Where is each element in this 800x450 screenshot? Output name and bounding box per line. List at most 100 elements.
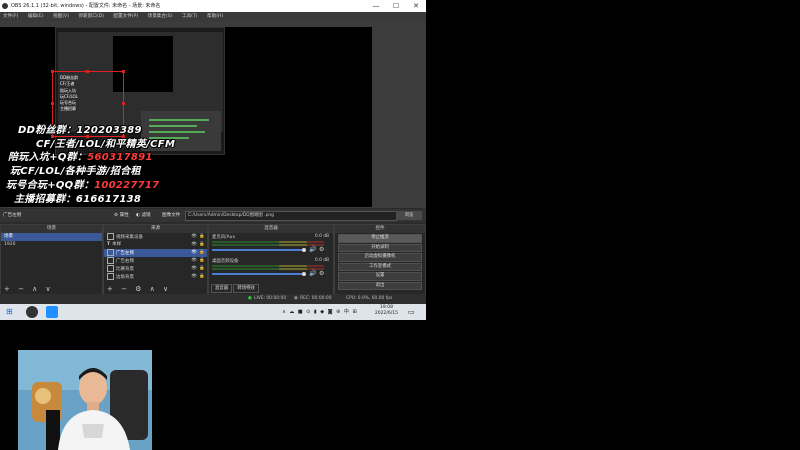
channel-name: 桌面音频设备 (212, 259, 239, 264)
text-icon: T (107, 242, 111, 247)
mixer-channel: 桌面音频设备 0.0 dB 🔊 ⚙ (209, 257, 333, 281)
source-controls[interactable]: + − ⚙ ∧ ∨ (107, 285, 171, 293)
windows-start-icon[interactable]: ⊞ (6, 306, 13, 318)
source-toolbar: 广告左侧 ⚙ 属性 ◐ 滤镜 图像文件 C:/Users/Admin/Deskt… (0, 209, 426, 222)
menu-file[interactable]: 文件(F) (3, 14, 18, 19)
eye-icon[interactable]: 👁 (191, 241, 197, 249)
scenes-header: 场景 (1, 225, 102, 233)
mixer-dock: 混音器 麦克风/Aux 0.0 dB 🔊 ⚙ 桌面音频设备 0.0 dB 🔊 ⚙… (208, 224, 334, 296)
menu-profile[interactable]: 配置文件(P) (113, 14, 138, 19)
settings-button[interactable]: 设置 (338, 272, 422, 281)
eye-icon[interactable]: 👁 (191, 249, 197, 257)
scene-item[interactable]: 场景 (1, 233, 102, 241)
image-icon (107, 249, 114, 256)
mixer-tabs: 混音器 转场特效 (211, 284, 260, 293)
volume-slider-knob[interactable] (302, 272, 306, 276)
filters-button[interactable]: ◐ 滤镜 (136, 209, 151, 222)
source-item[interactable]: T 本样 👁 🔒 (104, 241, 207, 249)
source-item[interactable]: 视频采集设备 👁 🔒 (104, 233, 207, 241)
volume-slider[interactable] (212, 273, 304, 275)
tab-mixer[interactable]: 混音器 (211, 284, 233, 293)
selected-source-label: 广告左侧 (3, 213, 22, 218)
sources-header: 来源 (104, 225, 207, 233)
lock-icon[interactable]: 🔒 (199, 257, 205, 265)
eye-icon[interactable]: 👁 (191, 257, 197, 265)
stop-streaming-button[interactable]: 停止推流 (338, 234, 422, 243)
properties-button[interactable]: ⚙ 属性 (114, 209, 129, 222)
channel-db: 0.0 dB (314, 258, 329, 263)
speaker-icon[interactable]: 🔊 (309, 246, 316, 253)
app-taskbar-icon[interactable] (46, 306, 58, 318)
rec-time: REC: 00:00:00 (300, 296, 332, 301)
menu-view[interactable]: 视图(V) (53, 14, 69, 19)
lock-icon[interactable]: 🔒 (199, 241, 205, 249)
scene-item[interactable]: 1920 (1, 241, 102, 249)
volume-slider[interactable] (212, 249, 304, 251)
preview-canvas[interactable]: DD粉丝群 CF/王者 陪玩入坑 玩CF/LOL 玩号合玩 主播招募 DD粉丝群… (0, 27, 372, 207)
lock-icon[interactable]: 🔒 (199, 265, 205, 273)
source-item[interactable]: 边角背景 👁 🔒 (104, 273, 207, 281)
windows-taskbar: ⊞ ∧ ☁ ■ ⊙ ▮ ◆ ◙ ⊛ 中 ⊞ 19:08 2022/6/15 ▭ (0, 304, 426, 320)
source-item[interactable]: 比赛背景 👁 🔒 (104, 265, 207, 273)
image-icon (107, 273, 114, 280)
gear-icon[interactable]: ⚙ (319, 246, 324, 253)
eye-icon[interactable]: 👁 (191, 265, 197, 273)
lock-icon[interactable]: 🔒 (199, 273, 205, 281)
exit-button[interactable]: 退出 (338, 281, 422, 290)
speaker-icon[interactable]: 🔊 (309, 270, 316, 277)
channel-db: 0.0 dB (314, 234, 329, 239)
volume-slider-knob[interactable] (302, 248, 306, 252)
rec-dot-icon: ● (294, 296, 298, 301)
menu-bar: 文件(F) 编辑(E) 视图(V) 停靠窗口(D) 配置文件(P) 场景集合(S… (0, 12, 426, 22)
clock[interactable]: 19:08 2022/6/15 (375, 305, 398, 317)
lock-icon[interactable]: 🔒 (199, 233, 205, 241)
channel-name: 麦克风/Aux (212, 235, 236, 240)
mixer-channel: 麦克风/Aux 0.0 dB 🔊 ⚙ (209, 233, 333, 257)
obs-logo-icon (2, 3, 8, 9)
tab-transitions[interactable]: 转场特效 (233, 284, 259, 293)
start-virtual-camera-button[interactable]: 启动虚拟摄像机 (338, 253, 422, 262)
studio-mode-button[interactable]: 工作室模式 (338, 262, 422, 271)
overlay-line-5: 玩号合玩+QQ群：100227717 (6, 180, 160, 191)
cpu-fps: CPU: 0.9%, 60.00 fps (346, 296, 393, 301)
lock-icon[interactable]: 🔒 (199, 249, 205, 257)
image-icon (107, 257, 114, 264)
menu-tools[interactable]: 工具(T) (182, 14, 198, 19)
overlay-line-4: 玩CF/LOL/各种手游/招合租 (10, 166, 141, 177)
scenes-dock: 场景 场景 1920 + − ∧ ∨ (0, 224, 103, 296)
eye-icon[interactable]: 👁 (191, 273, 197, 281)
camera-icon (107, 233, 114, 240)
system-tray[interactable]: ∧ ☁ ■ ⊙ ▮ ◆ ◙ ⊛ 中 ⊞ (282, 306, 358, 318)
image-path-field[interactable]: C:/Users/Admin/Desktop/DD图端图 .png (185, 211, 397, 221)
minimize-button[interactable]: — (366, 0, 386, 12)
image-file-label: 图像文件 (162, 213, 181, 218)
controls-dock: 控件 停止推流 开始录制 启动虚拟摄像机 工作室模式 设置 退出 (334, 224, 426, 296)
gear-icon[interactable]: ⚙ (319, 270, 324, 277)
maximize-button[interactable]: ☐ (386, 0, 406, 12)
streamer-photo (18, 350, 152, 450)
obs-window: OBS 26.1.1 (32-bit, windows) - 配置文件: 未命名… (0, 0, 426, 320)
browse-button[interactable]: 浏览 (396, 211, 422, 220)
eye-icon[interactable]: 👁 (191, 233, 197, 241)
menu-edit[interactable]: 编辑(E) (28, 14, 44, 19)
webcam-feed (18, 350, 152, 450)
mixer-header: 混音器 (209, 225, 333, 233)
sources-dock: 来源 视频采集设备 👁 🔒 T 本样 👁 🔒 广告左侧 👁 🔒 广告右侧 👁 🔒 比赛背景 👁 🔒 边… (103, 224, 208, 296)
menu-scene-collection[interactable]: 场景集合(S) (148, 14, 173, 19)
scene-controls[interactable]: + − ∧ ∨ (4, 285, 54, 293)
status-bar: ● LIVE: 00:00:00 ● REC: 00:00:00 CPU: 0.… (0, 294, 426, 304)
overlay-line-6: 主播招募群：616617138 (14, 194, 142, 205)
source-item[interactable]: 广告右侧 👁 🔒 (104, 257, 207, 265)
source-item[interactable]: 广告左侧 👁 🔒 (104, 249, 207, 257)
close-button[interactable]: ✕ (406, 0, 426, 12)
notification-icon[interactable]: ▭ (408, 306, 415, 318)
controls-header: 控件 (335, 225, 425, 233)
image-icon (107, 265, 114, 272)
title-bar: OBS 26.1.1 (32-bit, windows) - 配置文件: 未命名… (0, 0, 426, 12)
start-recording-button[interactable]: 开始录制 (338, 243, 422, 252)
menu-docks[interactable]: 停靠窗口(D) (78, 14, 104, 19)
volume-meter (212, 241, 324, 243)
window-title: OBS 26.1.1 (32-bit, windows) - 配置文件: 未命名… (11, 3, 161, 9)
obs-taskbar-icon[interactable] (26, 306, 38, 318)
menu-help[interactable]: 帮助(H) (207, 14, 223, 19)
